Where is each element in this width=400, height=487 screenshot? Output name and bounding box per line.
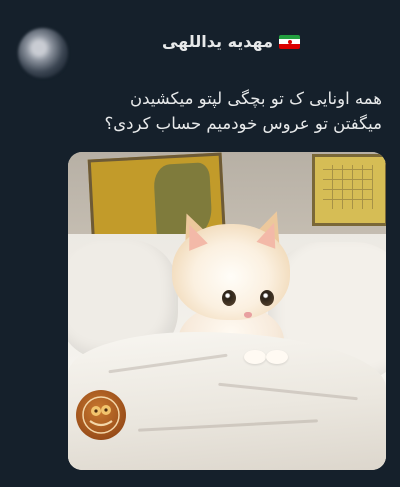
author-header: مهدیه یداللهی [162,32,300,51]
tweet[interactable]: مهدیه یداللهی همه اونایی ک تو بچگی لپتو … [0,0,400,487]
tweet-text: همه اونایی ک تو بچگی لپتو میکشیدن میگفتن… [22,86,382,136]
tweet-text-line-1: همه اونایی ک تو بچگی لپتو میکشیدن [130,89,382,108]
tweet-media-image[interactable] [68,152,386,470]
kitten-nose [244,312,252,318]
tweet-text-line-2: میگفتن تو عروس خودمیم حساب کردی؟ [104,114,382,133]
author-name[interactable]: مهدیه یداللهی [162,32,273,51]
kitten-paw [266,350,288,364]
wall-frame [312,154,386,226]
iran-flag-icon [279,34,300,49]
cartoon-logo-icon [82,396,120,434]
kitten-eye [260,290,274,306]
watermark-logo-icon [76,390,126,440]
kitten-paw [244,350,266,364]
kitten-eye [222,290,236,306]
author-avatar[interactable] [18,28,68,78]
